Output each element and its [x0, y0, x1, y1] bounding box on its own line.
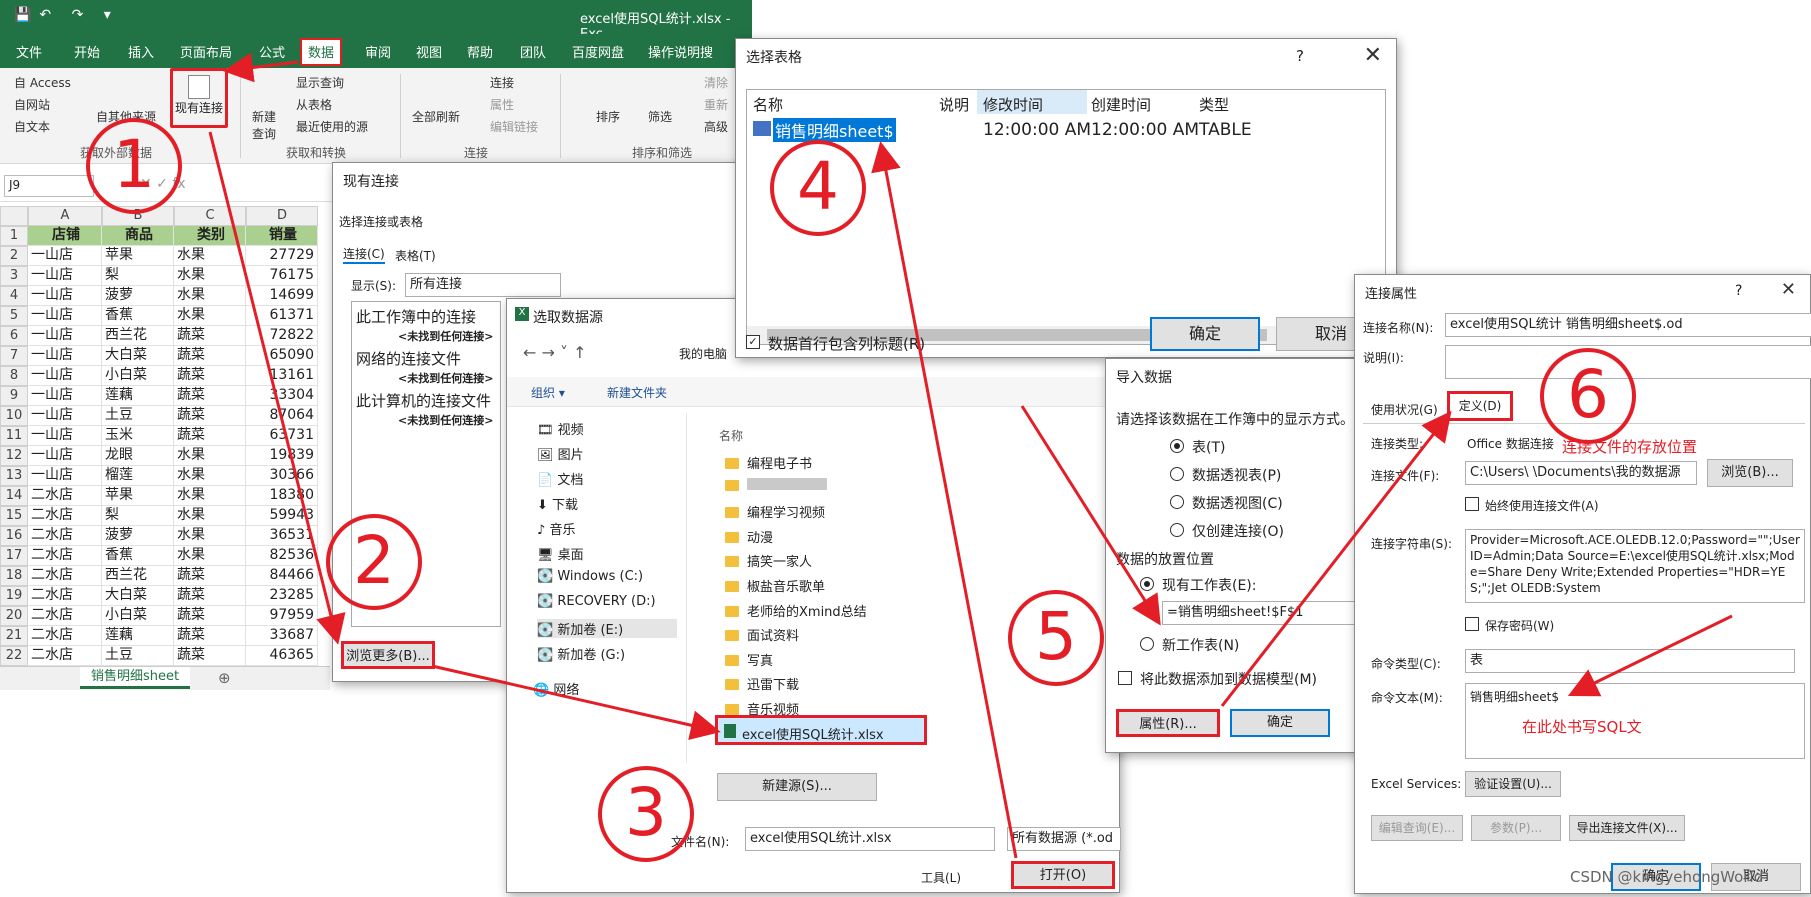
arrow — [871, 141, 1018, 859]
arrow — [1567, 614, 1733, 697]
arrow — [223, 52, 299, 83]
arrow — [208, 131, 346, 645]
arrow — [431, 664, 721, 740]
arrow — [1220, 410, 1452, 707]
arrow — [1020, 405, 1161, 626]
annotation-arrows — [208, 52, 1733, 859]
watermark: CSDN @kingyehongWorld — [1570, 868, 1764, 886]
